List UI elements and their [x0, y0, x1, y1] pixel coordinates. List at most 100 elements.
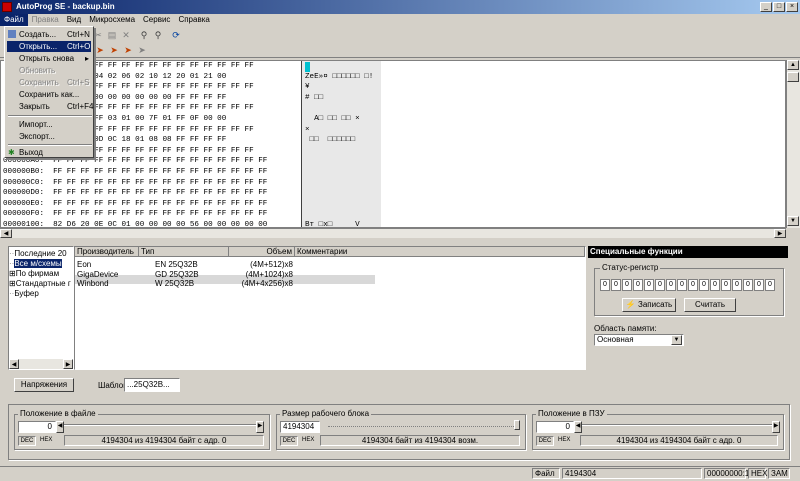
menu-item-open[interactable]: Открыть... Ctrl+O — [7, 41, 91, 52]
status-bit[interactable]: 0 — [754, 279, 764, 291]
hex-line[interactable]: 000000A0: FF FF FF FF FF FF FF FF FF FF … — [3, 156, 267, 167]
rom-pos-right-icon[interactable]: ▶ — [772, 421, 780, 433]
menu-item-reopen[interactable]: Открыть снова ▸ — [7, 53, 91, 64]
hex-line[interactable]: 000000F0: FF FF FF FF FF FF FF FF FF FF … — [3, 209, 267, 220]
tree-hscroll[interactable]: ◀ ▶ — [9, 359, 73, 369]
table-cell[interactable]: GigaDevice — [77, 270, 139, 280]
file-pos-left-icon[interactable]: ◀ — [56, 421, 64, 433]
ascii-line[interactable]: # □□ — [305, 93, 323, 104]
ascii-line[interactable]: ZeE»¤ □□□□□□ □! — [305, 72, 373, 83]
rom-position-input[interactable]: 0 — [536, 421, 574, 433]
voltage-button[interactable]: Напряжения — [14, 378, 74, 392]
table-cell[interactable]: Winbond — [77, 279, 139, 289]
status-bit[interactable]: 0 — [633, 279, 643, 291]
menu-file[interactable]: Файл — [0, 14, 28, 26]
hex-horizontal-scrollbar[interactable]: ◀ ▶ — [0, 228, 786, 238]
tree-item-by-vendor[interactable]: ⊞По фирмам — [9, 269, 59, 279]
table-cell[interactable]: (4M+512)x8 — [231, 260, 293, 270]
menu-item-exit[interactable]: ✱ Выход — [7, 147, 91, 158]
table-cell[interactable]: W 25Q32B — [155, 279, 225, 289]
menu-item-new[interactable]: Создать... Ctrl+N — [7, 29, 91, 40]
file-pos-dec-toggle[interactable]: DEC — [18, 436, 36, 446]
ascii-line[interactable]: Вт □х□ V — [305, 220, 360, 227]
table-cell[interactable]: EN 25Q32B — [155, 260, 225, 270]
status-bit[interactable]: 0 — [655, 279, 665, 291]
paste-icon[interactable]: ▤ — [106, 29, 118, 41]
rom-pos-dec-toggle[interactable]: DEC — [536, 436, 554, 446]
status-bit[interactable]: 0 — [699, 279, 709, 291]
close-button[interactable]: × — [786, 2, 798, 12]
scroll-thumb[interactable] — [787, 72, 799, 82]
status-bit[interactable]: 0 — [765, 279, 775, 291]
write-chip-icon[interactable]: ➤ — [108, 44, 120, 56]
ascii-line[interactable]: × — [305, 125, 310, 136]
block-dec-toggle[interactable]: DEC — [280, 436, 298, 446]
scroll-down-icon[interactable]: ▼ — [787, 216, 799, 226]
rom-pos-left-icon[interactable]: ◀ — [574, 421, 582, 433]
scroll-right-icon[interactable]: ▶ — [774, 229, 786, 238]
menu-help[interactable]: Справка — [174, 14, 213, 26]
menu-chip[interactable]: Микросхема — [85, 14, 139, 26]
table-cell[interactable]: (4M+4x256)x8 — [231, 279, 293, 289]
write-register-button[interactable]: ⚡ Записать — [622, 298, 676, 312]
file-pos-hex-toggle[interactable]: HEX — [40, 437, 52, 443]
file-position-input[interactable]: 0 — [18, 421, 56, 433]
status-bit[interactable]: 0 — [666, 279, 676, 291]
status-bit[interactable]: 0 — [600, 279, 610, 291]
menu-item-import[interactable]: Импорт... — [7, 119, 91, 130]
status-bit[interactable]: 0 — [743, 279, 753, 291]
table-cell[interactable]: GD 25Q32B — [155, 270, 225, 280]
col-header-vendor[interactable]: Производитель — [75, 247, 139, 257]
table-cell[interactable]: Eon — [77, 260, 139, 270]
tree-scroll-left-icon[interactable]: ◀ — [9, 359, 19, 369]
file-position-slider[interactable] — [60, 424, 260, 428]
chip-table[interactable]: Производитель Тип Объем Комментарии Eon E… — [74, 246, 586, 370]
col-header-type[interactable]: Тип — [139, 247, 229, 257]
col-header-comments[interactable]: Комментарии — [295, 247, 585, 257]
refresh-icon[interactable]: ⟳ — [170, 29, 182, 41]
menu-item-export[interactable]: Экспорт... — [7, 131, 91, 142]
block-size-slider[interactable] — [328, 426, 518, 428]
rom-pos-hex-toggle[interactable]: HEX — [558, 437, 570, 443]
memory-area-select[interactable]: Основная ▼ — [594, 334, 684, 346]
table-cell[interactable]: (4M+1024)x8 — [231, 270, 293, 280]
menu-item-save[interactable]: Сохранить Ctrl+S — [7, 77, 91, 88]
read-chip-icon[interactable]: ➤ — [94, 44, 106, 56]
block-slider-thumb[interactable] — [514, 420, 520, 430]
status-bit[interactable]: 0 — [622, 279, 632, 291]
status-bit[interactable]: 0 — [677, 279, 687, 291]
tree-item-all[interactable]: ··Все м/схемы — [9, 259, 62, 269]
tree-item-buffer[interactable]: ··Буфер — [9, 289, 39, 299]
menu-edit[interactable]: Правка — [28, 14, 63, 26]
status-bit[interactable]: 0 — [688, 279, 698, 291]
scroll-left-icon[interactable]: ◀ — [0, 229, 12, 238]
read-register-button[interactable]: Считать — [684, 298, 736, 312]
block-size-input[interactable]: 4194304 — [280, 421, 320, 433]
rom-position-slider[interactable] — [580, 424, 776, 428]
status-bit[interactable]: 0 — [611, 279, 621, 291]
status-bit[interactable]: 0 — [710, 279, 720, 291]
hex-line[interactable]: 00000100: 82 D6 20 0E 0C 01 00 00 00 00 … — [3, 220, 267, 227]
col-header-size[interactable]: Объем — [229, 247, 295, 257]
status-bit[interactable]: 0 — [721, 279, 731, 291]
status-bit[interactable]: 0 — [732, 279, 742, 291]
menu-item-close[interactable]: Закрыть Ctrl+F4 — [7, 101, 93, 112]
hex-line[interactable]: 000000E0: FF FF FF FF FF FF FF FF FF FF … — [3, 199, 267, 210]
chip-category-tree[interactable]: ··Последние 20 ··Все м/схемы ⊞По фирмам … — [8, 246, 74, 370]
ascii-line[interactable]: □□ □□□□□□ — [305, 135, 356, 146]
menu-item-save-as[interactable]: Сохранить как... — [7, 89, 91, 100]
hex-vertical-scrollbar[interactable]: ▲ ▼ — [786, 60, 800, 228]
hex-line[interactable]: 000000B0: FF FF FF FF FF FF FF FF FF FF … — [3, 167, 267, 178]
minimize-button[interactable]: _ — [760, 2, 772, 12]
tree-item-standard[interactable]: ⊞Стандартные г — [9, 279, 71, 289]
block-hex-toggle[interactable]: HEX — [302, 437, 314, 443]
menu-service[interactable]: Сервис — [139, 14, 174, 26]
maximize-button[interactable]: □ — [773, 2, 785, 12]
find-icon[interactable]: ⚲ — [138, 29, 150, 41]
scroll-up-icon[interactable]: ▲ — [787, 60, 799, 70]
hex-editor[interactable]: FF FF FF FF FF FF FF FF FF FF FF FF FF F… — [0, 60, 786, 228]
find-next-icon[interactable]: ⚲ — [152, 29, 164, 41]
erase-chip-icon[interactable]: ➤ — [136, 44, 148, 56]
tree-item-recent[interactable]: ··Последние 20 — [9, 249, 67, 259]
chevron-down-icon[interactable]: ▼ — [671, 335, 682, 345]
